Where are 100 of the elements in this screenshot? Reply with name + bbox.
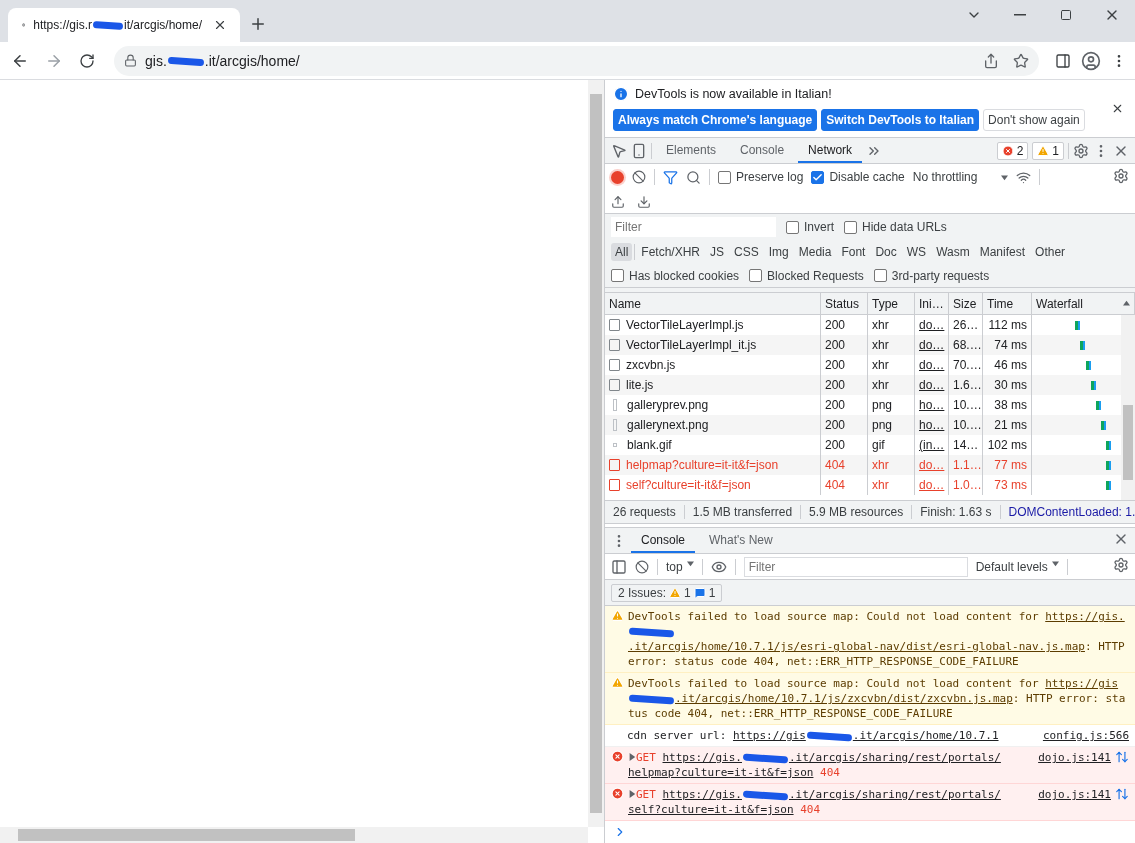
infobar-button[interactable]: Switch DevTools to Italian	[821, 108, 980, 131]
throttling-dropdown[interactable]: No throttling	[912, 170, 1009, 184]
device-toolbar-icon[interactable]	[631, 142, 647, 159]
inspect-icon[interactable]	[611, 142, 627, 159]
source-link[interactable]: config.js:566	[1042, 728, 1129, 743]
side-panel-icon[interactable]	[1055, 52, 1071, 69]
horizontal-scrollbar[interactable]	[0, 827, 588, 843]
filter-field[interactable]: Filter	[743, 556, 968, 577]
filter-icon[interactable]	[663, 169, 678, 185]
network-conditions-icon[interactable]	[1016, 169, 1032, 185]
checkbox[interactable]	[611, 269, 624, 282]
import-icon[interactable]	[611, 194, 625, 209]
table-cell[interactable]: helpmap?culture=it-it&f=json	[626, 458, 779, 472]
checkbox[interactable]	[749, 269, 763, 282]
link[interactable]: helpmap?culture=it-it&f=json	[628, 765, 814, 780]
table-cell[interactable]: do…	[919, 478, 945, 492]
table-cell[interactable]: zxcvbn.js	[626, 358, 676, 372]
link[interactable]: .it/arcgis/sharing/rest/portals/	[789, 787, 1001, 802]
table-cell[interactable]: VectorTileLayerImpl.js	[626, 318, 744, 332]
column-header[interactable]: Waterfall	[1032, 293, 1135, 314]
link[interactable]: https://gis.	[662, 750, 742, 765]
type-filter[interactable]: WS	[902, 243, 931, 261]
type-filter[interactable]: All	[611, 243, 633, 261]
link[interactable]: self?culture=it-it&f=json	[628, 802, 794, 817]
infobar-button[interactable]: Don't show again	[983, 108, 1085, 131]
clear-icon[interactable]	[635, 559, 649, 574]
type-filter[interactable]: Font	[837, 243, 870, 261]
link[interactable]: https://gis.	[1045, 609, 1125, 624]
column-header[interactable]: Size	[949, 293, 983, 314]
profile-icon[interactable]	[1081, 50, 1101, 71]
share-icon[interactable]	[983, 52, 999, 69]
settings-icon[interactable]	[1073, 142, 1089, 159]
type-filter[interactable]: CSS	[730, 243, 763, 261]
table-cell[interactable]: gallerynext.png	[627, 418, 709, 432]
warning-icon	[669, 586, 682, 599]
table-cell[interactable]: do…	[919, 358, 945, 372]
table-cell[interactable]: galleryprev.png	[627, 398, 709, 412]
checkbox[interactable]	[844, 220, 857, 234]
search-icon[interactable]	[686, 169, 701, 185]
type-filter[interactable]: Img	[764, 243, 793, 261]
link[interactable]: https://gis	[732, 728, 806, 743]
settings-icon[interactable]	[1113, 167, 1129, 184]
star-icon[interactable]	[1013, 52, 1029, 69]
record-icon[interactable]	[611, 170, 624, 184]
type-filter[interactable]: Fetch/XHR	[637, 243, 705, 261]
type-filter[interactable]: Wasm	[932, 243, 974, 261]
type-filter[interactable]: JS	[706, 243, 729, 261]
table-cell[interactable]: VectorTileLayerImpl_it.js	[626, 338, 757, 352]
warning-counter[interactable]: 1	[1032, 141, 1064, 160]
table-cell[interactable]: blank.gif	[627, 438, 672, 452]
source-link[interactable]: dojo.js:141	[1038, 750, 1111, 780]
link[interactable]: https://gis	[1045, 676, 1119, 691]
checkbox[interactable]	[811, 170, 825, 184]
link[interactable]: https://gis.	[662, 787, 742, 802]
vertical-scrollbar[interactable]	[588, 80, 604, 827]
sidebar-icon[interactable]	[611, 558, 627, 575]
error-counter[interactable]: 2	[996, 141, 1029, 160]
type-filter[interactable]: Other	[1031, 243, 1070, 261]
checkbox[interactable]	[718, 170, 731, 184]
table-cell[interactable]: lite.js	[626, 378, 654, 392]
type-filter[interactable]: Manifest	[975, 243, 1030, 261]
type-filter[interactable]: Media	[794, 243, 836, 261]
table-cell[interactable]: do…	[919, 378, 945, 392]
table-cell[interactable]: do…	[919, 338, 945, 352]
column-header[interactable]: Ini…	[915, 293, 949, 314]
filter-field[interactable]: Filter	[611, 217, 776, 237]
table-cell[interactable]: ho…	[919, 398, 945, 412]
table-cell: xhr	[872, 338, 889, 352]
settings-icon[interactable]	[1113, 557, 1129, 573]
table-cell[interactable]: do…	[919, 458, 945, 472]
levels-dropdown[interactable]: Default levels	[975, 559, 1059, 574]
panel-tab[interactable]: Console	[730, 138, 795, 163]
link[interactable]: .it/arcgis/home/10.7.1/js/zxcvbn/dist/zxcvbn.js.map	[675, 691, 1013, 706]
drawer-tab[interactable]: What's New	[699, 528, 783, 553]
panel-tab[interactable]: Elements	[656, 138, 727, 163]
column-header[interactable]: Name	[605, 293, 821, 314]
table-cell[interactable]: ho…	[919, 418, 945, 432]
checkbox[interactable]	[786, 220, 799, 234]
infobar-button[interactable]: Always match Chrome's language	[613, 108, 818, 131]
column-header[interactable]: Type	[868, 293, 915, 314]
link[interactable]: .it/arcgis/sharing/rest/portals/	[789, 750, 1001, 765]
link[interactable]: .it/arcgis/home/10.7.1	[852, 728, 999, 743]
table-scrollbar[interactable]	[1121, 315, 1135, 500]
export-icon[interactable]	[637, 194, 651, 209]
clear-icon[interactable]	[632, 170, 646, 184]
column-header[interactable]: Time	[983, 293, 1032, 314]
checkbox[interactable]	[873, 269, 887, 282]
network-request-icon[interactable]	[1115, 787, 1129, 801]
source-link[interactable]: dojo.js:141	[1038, 787, 1111, 817]
link[interactable]: .it/arcgis/home/10.7.1/js/esri-global-nav/dist/esri-global-nav.js.map	[628, 639, 1085, 654]
issues-button[interactable]: 2 Issues: 1 1	[611, 583, 723, 602]
type-filter[interactable]: Doc	[871, 243, 901, 261]
browser-tab[interactable]: https://gis.r it/arcgis/home/	[8, 8, 240, 42]
table-cell[interactable]: self?culture=it-it&f=json	[626, 478, 751, 492]
table-cell[interactable]: do…	[919, 318, 945, 332]
address-bar[interactable]: gis. .it/arcgis/home/	[114, 45, 1039, 76]
table-cell[interactable]: (in…	[919, 438, 945, 452]
column-header[interactable]: Status	[821, 293, 868, 314]
network-request-icon[interactable]	[1115, 750, 1129, 764]
context-dropdown[interactable]: top	[666, 559, 694, 574]
